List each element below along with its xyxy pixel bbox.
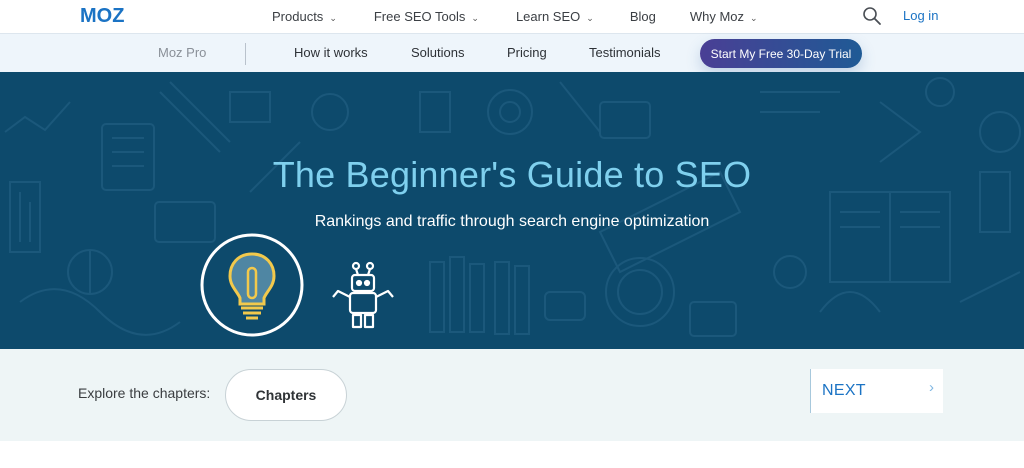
- next-chapter-button[interactable]: NEXT ›: [810, 369, 943, 413]
- subnav-how-it-works[interactable]: How it works: [294, 45, 368, 60]
- subnav-pricing[interactable]: Pricing: [507, 45, 547, 60]
- hero-banner: The Beginner's Guide to SEO Rankings and…: [0, 72, 1024, 349]
- chevron-down-icon: ⌄: [750, 12, 758, 23]
- top-navigation: MOZ Products ⌄ Free SEO Tools ⌄ Learn SE…: [0, 0, 1024, 33]
- chevron-down-icon: ⌄: [471, 12, 479, 23]
- nav-why-moz-label: Why Moz: [689, 9, 745, 24]
- chevron-right-icon: ›: [929, 379, 934, 396]
- nav-free-seo-tools[interactable]: Free SEO Tools ⌄: [374, 9, 479, 24]
- product-subnav: Moz Pro How it works Solutions Pricing T…: [0, 33, 1024, 72]
- next-label: NEXT: [822, 382, 866, 399]
- subnav-solutions[interactable]: Solutions: [411, 45, 464, 60]
- hero-subtitle: Rankings and traffic through search engi…: [314, 213, 710, 230]
- nav-why-moz[interactable]: Why Moz ⌄: [690, 9, 758, 24]
- robot-icon[interactable]: [328, 261, 398, 329]
- explore-chapters-label: Explore the chapters:: [78, 385, 211, 401]
- nav-free-seo-tools-label: Free SEO Tools: [373, 9, 466, 24]
- nav-blog[interactable]: Blog: [630, 9, 656, 24]
- moz-logo[interactable]: MOZ: [80, 6, 142, 24]
- subnav-testimonials[interactable]: Testimonials: [589, 45, 661, 60]
- nav-learn-seo-label: Learn SEO: [515, 9, 581, 24]
- hero-background-pattern: [4, 77, 1021, 337]
- svg-text:MOZ: MOZ: [80, 6, 124, 24]
- start-free-trial-button[interactable]: Start My Free 30-Day Trial: [700, 39, 862, 68]
- nav-learn-seo[interactable]: Learn SEO ⌄: [516, 9, 594, 24]
- subnav-divider: [245, 43, 246, 65]
- subnav-brand[interactable]: Moz Pro: [158, 45, 206, 60]
- top-nav-links: Products ⌄ Free SEO Tools ⌄ Learn SEO ⌄ …: [272, 0, 758, 33]
- chevron-down-icon: ⌄: [586, 12, 594, 23]
- chapter-navigation-bar: Explore the chapters: Chapters NEXT ›: [0, 349, 1024, 441]
- nav-products[interactable]: Products ⌄: [272, 9, 337, 24]
- nav-blog-label: Blog: [629, 9, 656, 24]
- lightbulb-icon[interactable]: [199, 232, 305, 338]
- page-content-start: [0, 441, 1024, 468]
- nav-products-label: Products: [272, 9, 324, 24]
- hero-title: The Beginner's Guide to SEO: [272, 154, 752, 195]
- chapters-dropdown-button[interactable]: Chapters: [225, 369, 347, 421]
- search-icon[interactable]: [862, 6, 882, 26]
- chevron-down-icon: ⌄: [329, 12, 337, 23]
- login-link[interactable]: Log in: [903, 8, 938, 23]
